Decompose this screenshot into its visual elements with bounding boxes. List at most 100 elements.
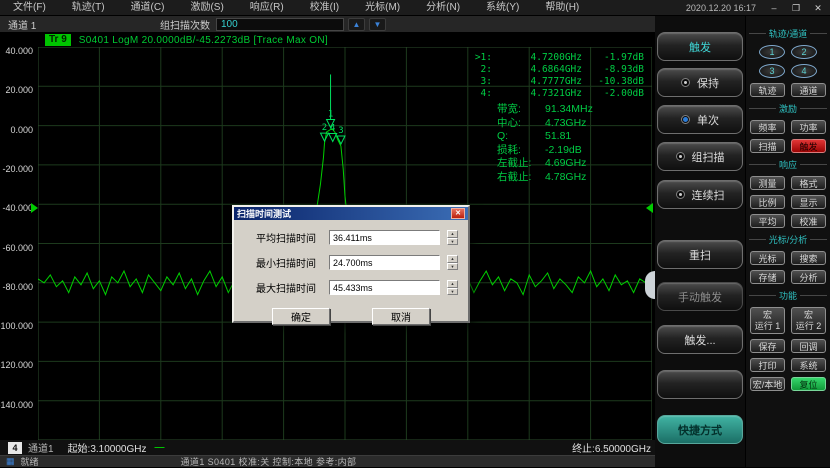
menu-item-3[interactable]: 激励(S) xyxy=(177,0,236,16)
dialog-field-spinner[interactable]: ▲▼ xyxy=(447,230,458,245)
svg-text:1: 1 xyxy=(328,109,333,119)
softkey-平均[interactable]: 平均 xyxy=(750,214,785,228)
softkey-row: 光标搜索 xyxy=(746,251,830,265)
softkey-测量[interactable]: 测量 xyxy=(750,176,785,190)
trace-number-button-1[interactable]: 1 xyxy=(759,45,785,59)
dialog-field-spinner[interactable]: ▲▼ xyxy=(447,255,458,270)
sidebar-button-label: 单次 xyxy=(697,112,719,128)
bandwidth-info-value: 4.73GHz xyxy=(545,117,586,131)
marker-id: 3: xyxy=(468,76,492,88)
softkey-频率[interactable]: 频率 xyxy=(750,120,785,134)
softkey-扫描[interactable]: 扫描 xyxy=(750,139,785,153)
sweep-count-down-icon[interactable]: ▼ xyxy=(369,18,386,31)
status-ready-label: 就绪 xyxy=(21,455,181,468)
softkey-宏-运行 1[interactable]: 宏运行 1 xyxy=(750,307,785,334)
sidebar-button-触发...[interactable]: 触发... xyxy=(657,325,743,354)
softkey-分析[interactable]: 分析 xyxy=(791,270,826,284)
marker-id: >1: xyxy=(468,52,492,64)
cancel-button[interactable]: 取消 xyxy=(372,308,430,325)
softkey-宏-运行 2[interactable]: 宏运行 2 xyxy=(791,307,826,334)
trace-number-button-4[interactable]: 4 xyxy=(791,64,817,78)
sweep-count-up-icon[interactable]: ▲ xyxy=(348,18,365,31)
softkey-复位[interactable]: 复位 xyxy=(791,377,826,391)
menu-item-6[interactable]: 光标(M) xyxy=(352,0,413,16)
dialog-field-spinner[interactable]: ▲▼ xyxy=(447,280,458,295)
softkey-row: 宏/本地复位 xyxy=(746,377,830,391)
spinner-down-icon[interactable]: ▼ xyxy=(447,288,458,296)
sidebar-button-触发[interactable]: 触发 xyxy=(657,32,743,61)
clock-text: 2020.12.20 16:17 xyxy=(686,3,756,13)
trace-badge[interactable]: Tr 9 xyxy=(45,34,71,46)
softkey-比例[interactable]: 比例 xyxy=(750,195,785,209)
sidebar-button-label: 手动触发 xyxy=(678,289,722,305)
softkey-存储[interactable]: 存储 xyxy=(750,270,785,284)
trace-info-row: Tr 9 S0401 LogM 20.0000dB/-45.2273dB [Tr… xyxy=(0,33,655,47)
softkey-回调[interactable]: 回调 xyxy=(791,339,826,353)
softkey-触发[interactable]: 触发 xyxy=(791,139,826,153)
spinner-down-icon[interactable]: ▼ xyxy=(447,263,458,271)
menu-item-7[interactable]: 分析(N) xyxy=(413,0,473,16)
sidebar-button-单次[interactable]: 单次 xyxy=(657,105,743,134)
bandwidth-info-label: 损耗: xyxy=(497,144,545,158)
bandwidth-info-line: 带宽:91.34MHz xyxy=(497,103,647,117)
spinner-up-icon[interactable]: ▲ xyxy=(447,280,458,288)
softkey-轨迹[interactable]: 轨迹 xyxy=(750,83,785,97)
y-tick-label: 0.000 xyxy=(10,125,33,135)
radio-indicator xyxy=(676,152,685,161)
softkey-保存[interactable]: 保存 xyxy=(750,339,785,353)
sidebar-button-手动触发[interactable]: 手动触发 xyxy=(657,282,743,311)
restore-button[interactable]: ❐ xyxy=(788,2,804,14)
marker-readout-line: 2:4.6864GHz-8.93dB xyxy=(468,64,650,76)
softkey-校准[interactable]: 校准 xyxy=(791,214,826,228)
spinner-up-icon[interactable]: ▲ xyxy=(447,255,458,263)
menu-item-8[interactable]: 系统(Y) xyxy=(473,0,532,16)
dialog-field-input[interactable]: 36.411ms xyxy=(329,230,440,245)
softkey-row: 打印系统 xyxy=(746,358,830,372)
menu-item-0[interactable]: 文件(F) xyxy=(0,0,59,16)
ok-button[interactable]: 确定 xyxy=(272,308,330,325)
minimize-button[interactable]: – xyxy=(766,2,782,14)
spinner-down-icon[interactable]: ▼ xyxy=(447,238,458,246)
sidebar-button-组扫描[interactable]: 组扫描 xyxy=(657,142,743,171)
dialog-field-input[interactable]: 24.700ms xyxy=(329,255,440,270)
menu-item-1[interactable]: 轨迹(T) xyxy=(59,0,118,16)
sidebar-button-保持[interactable]: 保持 xyxy=(657,68,743,97)
marker-readout-line: 3:4.7777GHz-10.38dB xyxy=(468,76,650,88)
trace-number-button-3[interactable]: 3 xyxy=(759,64,785,78)
sweep-count-input[interactable]: 100 xyxy=(216,18,344,31)
dialog-field-label: 平均扫描时间 xyxy=(256,230,322,245)
softkey-搜索[interactable]: 搜索 xyxy=(791,251,826,265)
panel-collapse-handle[interactable] xyxy=(645,271,655,299)
dialog-title-bar[interactable]: 扫描时间测试 ✕ xyxy=(234,207,468,220)
softkey-显示[interactable]: 显示 xyxy=(791,195,826,209)
bandwidth-info-label: 中心: xyxy=(497,117,545,131)
bandwidth-info-label: 带宽: xyxy=(497,103,545,117)
sidebar-button-blank[interactable] xyxy=(657,370,743,399)
sidebar-button-快捷方式[interactable]: 快捷方式 xyxy=(657,415,743,444)
softkey-功率[interactable]: 功率 xyxy=(791,120,826,134)
softkey-打印[interactable]: 打印 xyxy=(750,358,785,372)
sidebar-button-连续扫[interactable]: 连续扫 xyxy=(657,180,743,209)
marker-level: -1.97dB xyxy=(582,52,644,64)
trace-settings-text: S0401 LogM 20.0000dB/-45.2273dB [Trace M… xyxy=(79,35,328,46)
softkey-系统[interactable]: 系统 xyxy=(791,358,826,372)
sweep-count-label: 组扫描次数 xyxy=(160,17,210,32)
softkey-光标[interactable]: 光标 xyxy=(750,251,785,265)
y-tick-label: -40.000 xyxy=(2,203,33,213)
softkey-格式[interactable]: 格式 xyxy=(791,176,826,190)
spinner-up-icon[interactable]: ▲ xyxy=(447,230,458,238)
sidebar-button-重扫[interactable]: 重扫 xyxy=(657,240,743,269)
softkey-宏/本地[interactable]: 宏/本地 xyxy=(750,377,785,391)
menu-item-9[interactable]: 帮助(H) xyxy=(532,0,592,16)
trace-number-button-2[interactable]: 2 xyxy=(791,45,817,59)
menu-item-2[interactable]: 通道(C) xyxy=(118,0,178,16)
softkey-通道[interactable]: 通道 xyxy=(791,83,826,97)
bottom-channel-label: 通道1 xyxy=(28,440,54,455)
menu-item-4[interactable]: 响应(R) xyxy=(237,0,297,16)
dialog-close-icon[interactable]: ✕ xyxy=(451,208,465,219)
marker-frequency: 4.6864GHz xyxy=(492,64,582,76)
menu-item-5[interactable]: 校准(I) xyxy=(297,0,352,16)
bandwidth-info-line: Q:51.81 xyxy=(497,130,647,144)
dialog-field-input[interactable]: 45.433ms xyxy=(329,280,440,295)
close-button[interactable]: ✕ xyxy=(810,2,826,14)
